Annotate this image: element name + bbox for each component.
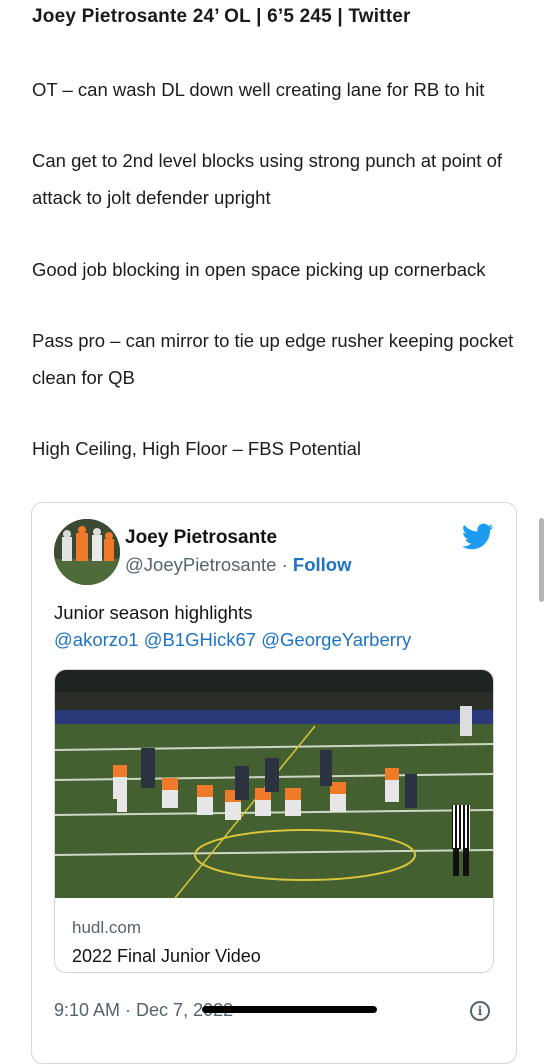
link-domain[interactable]: hudl.com [72, 918, 141, 938]
paragraph-4: Pass pro – can mirror to tie up edge rus… [32, 330, 514, 388]
follow-button[interactable]: Follow [293, 554, 352, 575]
tweet-handle[interactable]: @JoeyPietrosante [125, 554, 276, 575]
tweet-body: Junior season highlights [54, 602, 253, 623]
separator-dot: · [276, 554, 293, 575]
avatar[interactable] [54, 519, 120, 585]
paragraph-2: Can get to 2nd level blocks using strong… [32, 150, 502, 208]
paragraph-3: Good job blocking in open space picking … [32, 259, 486, 280]
info-icon[interactable]: i [470, 1001, 490, 1021]
tweet-text: Junior season highlights @akorzo1 @B1GHi… [54, 599, 411, 653]
article-headline: Joey Pietrosante 24’ OL | 6’5 245 | Twit… [32, 6, 411, 27]
link-preview-card[interactable]: hudl.com 2022 Final Junior Video [54, 669, 494, 973]
tweet-time[interactable]: 9:10 AM [54, 1000, 120, 1020]
paragraph-5: High Ceiling, High Floor – FBS Potential [32, 438, 362, 459]
separator-dot: · [120, 1000, 137, 1020]
football-game-photo[interactable] [55, 670, 493, 898]
tweet-handle-row: @JoeyPietrosante · Follow [125, 554, 351, 576]
mention-link[interactable]: @akorzo1 [54, 629, 139, 650]
twitter-bird-icon[interactable] [462, 523, 494, 551]
link-title[interactable]: 2022 Final Junior Video [72, 946, 261, 967]
tweet-display-name[interactable]: Joey Pietrosante [125, 527, 277, 549]
scrollbar-thumb[interactable] [539, 518, 544, 602]
mention-link[interactable]: @GeorgeYarberry [261, 629, 411, 650]
redaction-mark [202, 1006, 377, 1013]
embedded-tweet-card[interactable]: Joey Pietrosante @JoeyPietrosante · Foll… [31, 502, 517, 1064]
mention-link[interactable]: @B1GHick67 [144, 629, 256, 650]
paragraph-1: OT – can wash DL down well creating lane… [32, 79, 485, 100]
